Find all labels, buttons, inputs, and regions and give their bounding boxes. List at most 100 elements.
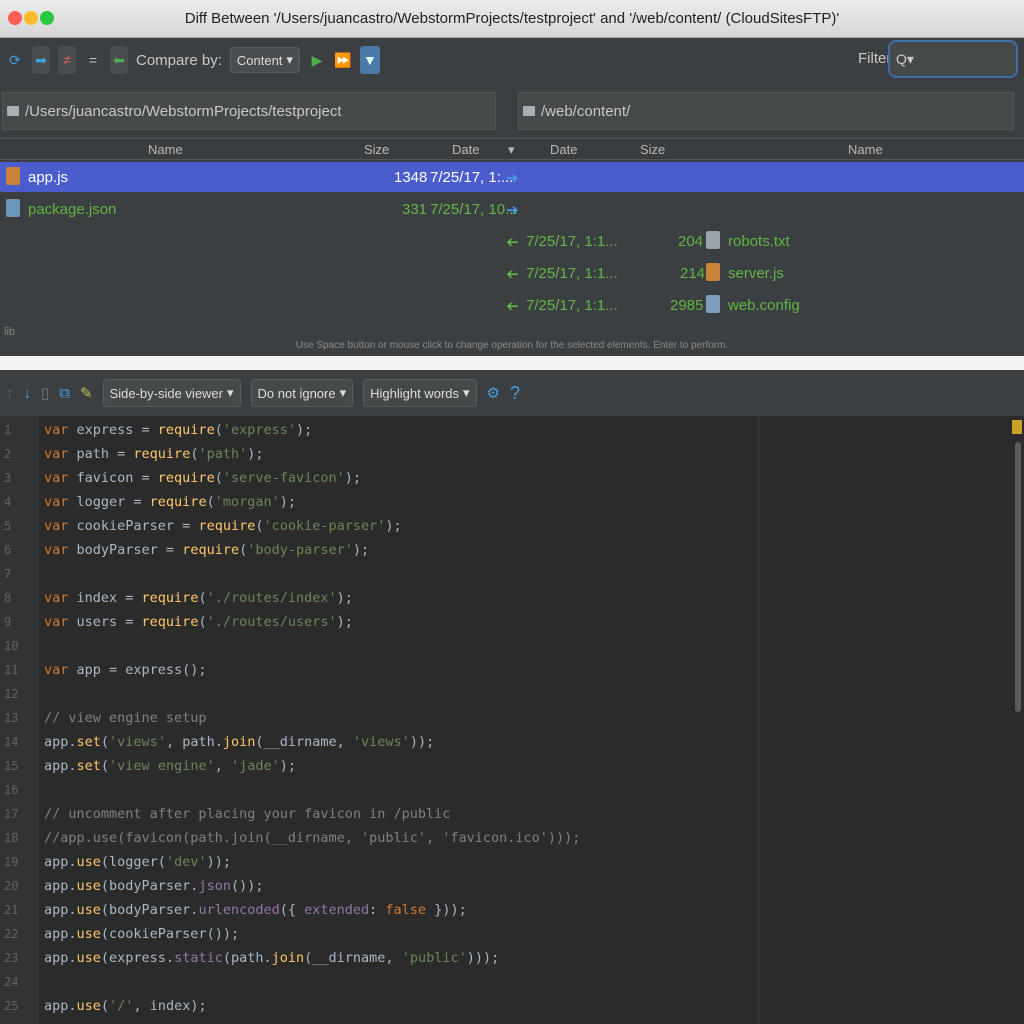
- filter-input-value: Q▾: [896, 50, 914, 67]
- code-line: 1 var express = require('express');: [4, 422, 313, 438]
- show-different-icon[interactable]: ≠: [58, 46, 76, 74]
- copy-right-arrow-icon[interactable]: ➔: [506, 201, 519, 219]
- right-path-text: /web/content/: [541, 102, 631, 120]
- col-right-name[interactable]: Name: [848, 142, 883, 157]
- table-row[interactable]: package.json 331 7/25/17, 10... ➔: [0, 194, 1024, 224]
- next-difference-icon[interactable]: ↓: [24, 385, 32, 402]
- copy-right-arrow-icon[interactable]: ➔: [506, 169, 519, 187]
- viewer-select[interactable]: Side-by-side viewer ▾: [102, 379, 241, 407]
- change-marker[interactable]: [1012, 420, 1022, 434]
- compare-by-label: Compare by:: [136, 51, 222, 69]
- table-row[interactable]: ➔ 7/25/17, 1:1... 214 server.js: [0, 258, 1024, 288]
- code-line: 15 app.set('view engine', 'jade');: [4, 758, 297, 774]
- left-file-size: 331: [402, 201, 428, 218]
- left-path-field[interactable]: /Users/juancastro/WebstormProjects/testp…: [2, 92, 496, 130]
- show-equal-icon[interactable]: =: [84, 46, 102, 74]
- highlight-select-value: Highlight words: [370, 385, 459, 401]
- col-right-size[interactable]: Size: [640, 142, 665, 157]
- right-file-name: web.config: [728, 297, 800, 314]
- code-line: 16: [4, 783, 19, 797]
- code-line: 10: [4, 639, 19, 653]
- zoom-window-button[interactable]: [40, 11, 54, 25]
- copy-left-arrow-icon[interactable]: ➔: [506, 233, 519, 251]
- table-row[interactable]: app.js 1348 7/25/17, 1:... ➔: [0, 162, 1024, 192]
- code-line: 11 var app = express();: [4, 662, 207, 678]
- code-line: 7: [4, 567, 12, 581]
- code-line: 23 app.use(express.static(path.join(__dir…: [4, 950, 500, 966]
- diff-toolbar: ↑ ↓ ▯ ⧉ ✎ Side-by-side viewer ▾ Do not i…: [0, 370, 1024, 416]
- text-file-icon: [706, 231, 720, 249]
- compare-by-select[interactable]: Content ▾: [229, 47, 300, 73]
- right-path-field[interactable]: /web/content/: [518, 92, 1014, 130]
- filter-input[interactable]: Q▾: [888, 40, 1018, 78]
- synchronize-all-icon[interactable]: ⏩: [334, 46, 352, 74]
- right-file-date: 7/25/17, 1:1...: [526, 297, 618, 314]
- code-line: 20 app.use(bodyParser.json());: [4, 878, 264, 894]
- viewer-select-value: Side-by-side viewer: [109, 385, 223, 401]
- splitter[interactable]: [0, 356, 1024, 370]
- folder-icon: [523, 106, 535, 116]
- col-left-name[interactable]: Name: [148, 142, 183, 157]
- filter-icon[interactable]: ▼: [359, 46, 380, 74]
- prev-difference-icon[interactable]: ↑: [6, 385, 14, 402]
- ignore-select[interactable]: Do not ignore ▾: [250, 379, 354, 407]
- refresh-icon[interactable]: ⟳: [6, 46, 24, 74]
- lock-icon[interactable]: ▯: [41, 384, 49, 402]
- right-file-date: 7/25/17, 1:1...: [526, 265, 618, 282]
- show-right-only-icon[interactable]: ⬅: [110, 46, 128, 74]
- help-icon[interactable]: ?: [510, 383, 520, 404]
- chevron-down-icon: ▾: [463, 385, 470, 400]
- compare-by-value: Content: [236, 52, 283, 68]
- right-file-size: 204: [678, 233, 704, 250]
- code-line: 22 app.use(cookieParser());: [4, 926, 240, 942]
- code-line: 25 app.use('/', index);: [4, 998, 207, 1014]
- code-line: 4 var logger = require('morgan');: [4, 494, 297, 510]
- code-line: 3 var favicon = require('serve-favicon');: [4, 470, 362, 486]
- code-editor[interactable]: 1 var express = require('express'); 2 var …: [0, 416, 1024, 1024]
- json-file-icon: [6, 199, 20, 217]
- code-line: 13// view engine setup: [4, 710, 207, 726]
- left-file-name: app.js: [28, 169, 69, 186]
- title-bar: Diff Between '/Users/juancastro/Webstorm…: [0, 0, 1024, 38]
- col-right-date[interactable]: Date: [550, 142, 577, 157]
- synchronize-selected-icon[interactable]: ▶: [308, 46, 326, 74]
- code-line: 17// uncomment after placing your favico…: [4, 806, 451, 822]
- copy-left-arrow-icon[interactable]: ➔: [506, 297, 519, 315]
- code-line: 5 var cookieParser = require('cookie-pars…: [4, 518, 402, 534]
- close-window-button[interactable]: [8, 11, 22, 25]
- left-file-name: package.json: [28, 201, 117, 218]
- table-row[interactable]: ➔ 7/25/17, 1:1... 204 robots.txt: [0, 226, 1024, 256]
- ignore-select-value: Do not ignore: [257, 385, 336, 401]
- diff-window: Diff Between '/Users/juancastro/Webstorm…: [0, 0, 1024, 1024]
- right-file-date: 7/25/17, 1:1...: [526, 233, 618, 250]
- folder-icon: [7, 106, 19, 116]
- right-file-name: robots.txt: [728, 233, 790, 250]
- scrollbar-thumb[interactable]: [1015, 442, 1021, 712]
- left-path-text: /Users/juancastro/WebstormProjects/testp…: [25, 102, 342, 120]
- settings-gear-icon[interactable]: ⚙: [487, 384, 500, 402]
- status-hint: Use Space button or mouse click to chang…: [295, 340, 729, 351]
- col-left-date[interactable]: Date: [452, 142, 479, 157]
- show-left-only-icon[interactable]: ➡: [32, 46, 50, 74]
- left-file-size: 1348: [394, 169, 428, 186]
- file-table-header: Name Size Date ▾ Date Size Name: [0, 138, 1024, 160]
- table-row[interactable]: ➔ 7/25/17, 1:1... 2985 web.config: [0, 290, 1024, 320]
- col-operation[interactable]: ▾: [508, 142, 515, 158]
- code-line: 8 var index = require('./routes/index');: [4, 590, 353, 606]
- code-line: 12: [4, 687, 19, 701]
- edit-source-icon[interactable]: ✎: [80, 384, 93, 402]
- js-file-icon: [706, 263, 720, 281]
- compare-files-icon[interactable]: ⧉: [59, 385, 70, 402]
- code-line: 2 var path = require('path');: [4, 446, 264, 462]
- highlight-select[interactable]: Highlight words ▾: [363, 379, 477, 407]
- copy-left-arrow-icon[interactable]: ➔: [506, 265, 519, 283]
- chevron-down-icon: ▾: [339, 385, 347, 400]
- code-line: 6 var bodyParser = require('body-parser')…: [4, 542, 370, 558]
- right-file-name: server.js: [728, 265, 784, 282]
- minimize-window-button[interactable]: [24, 11, 38, 25]
- code-line: 21 app.use(bodyParser.urlencoded({ extend…: [4, 902, 467, 918]
- chevron-down-icon: ▾: [286, 52, 293, 67]
- col-left-size[interactable]: Size: [364, 142, 389, 157]
- libraries-row[interactable]: lib: [4, 326, 15, 338]
- code-line: 18//app.use(favicon(path.join(__dirname,…: [4, 830, 581, 846]
